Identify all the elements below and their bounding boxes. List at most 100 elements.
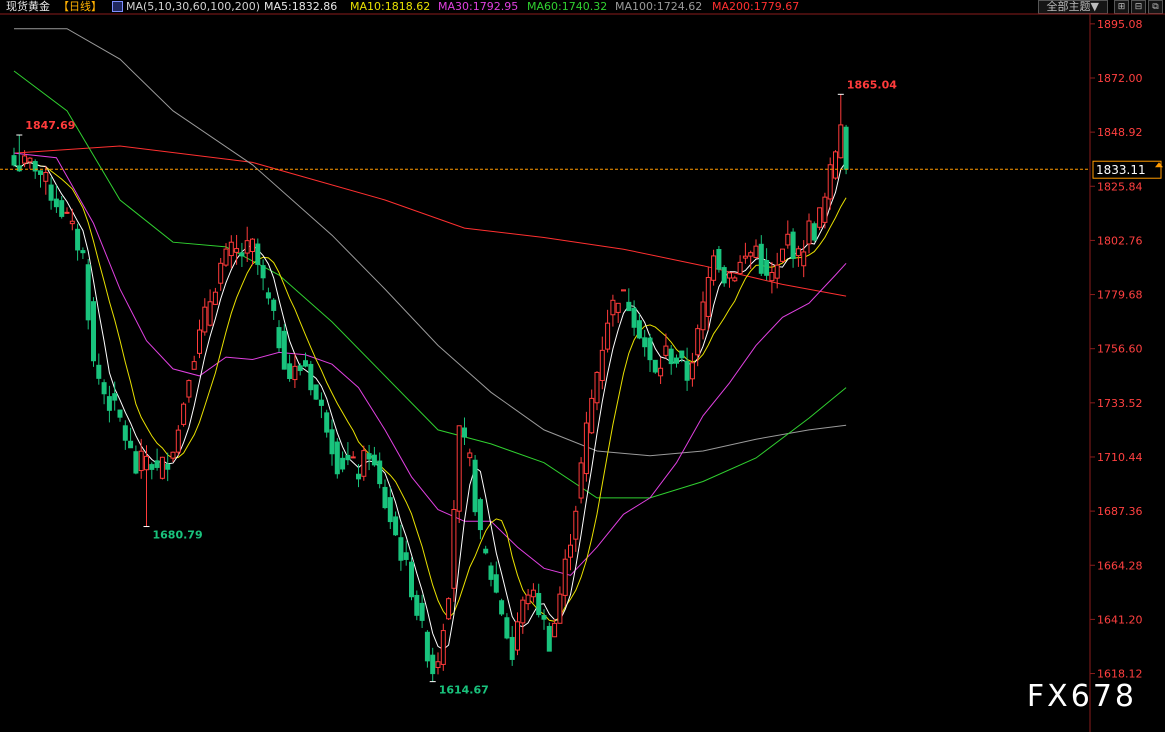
candle-body <box>780 248 785 262</box>
candle-body <box>11 155 17 166</box>
candle-body <box>197 329 202 354</box>
candle-body <box>631 307 637 328</box>
candle-body <box>562 558 568 596</box>
candle-body <box>223 248 229 266</box>
candle-body <box>509 636 515 660</box>
candle-body <box>414 594 420 616</box>
candle-body <box>218 262 224 284</box>
candle-body <box>91 301 96 362</box>
candle-body <box>578 462 584 499</box>
candle-body <box>795 248 801 257</box>
candle-body <box>742 255 748 259</box>
candle-body <box>833 151 838 179</box>
candle-body <box>520 599 526 624</box>
candle-body <box>843 126 849 170</box>
candle-body <box>133 451 139 474</box>
candle-body <box>138 450 144 472</box>
candle-body <box>822 196 828 223</box>
candle-body <box>711 255 717 281</box>
candle-body <box>472 459 478 513</box>
candle-body <box>234 248 240 253</box>
y-tick-label: 1687.36 <box>1097 505 1143 518</box>
candle-body <box>181 403 187 425</box>
candle-body <box>446 598 452 620</box>
candle-body <box>530 589 536 598</box>
candle-body <box>716 249 722 270</box>
candle-body <box>764 259 770 276</box>
candle-body <box>202 306 208 333</box>
candle-body <box>546 625 552 652</box>
candle-body <box>80 250 86 254</box>
candle-body <box>106 396 112 411</box>
candle-body <box>790 231 796 259</box>
ma60-line <box>13 70 847 499</box>
candlestick-chart[interactable]: 1895.08 1872.00 1848.92 1825.84 1802.76 1779.… <box>0 0 1165 732</box>
annotation-label: 1847.69 <box>25 119 75 132</box>
candle-body <box>403 552 409 560</box>
candle-body <box>668 348 674 365</box>
candle-body <box>552 622 558 638</box>
candle-body <box>191 361 197 370</box>
candle-body <box>345 454 351 461</box>
candle-body <box>27 157 33 163</box>
candle-body <box>557 593 563 624</box>
candle-body <box>48 184 54 201</box>
candle-body <box>122 425 128 441</box>
candle-body <box>244 240 250 254</box>
candle-body <box>440 630 446 665</box>
candle-body <box>313 384 319 400</box>
candle-body <box>732 277 738 282</box>
candle-body <box>483 548 489 554</box>
candle-body <box>356 473 361 480</box>
candle-body <box>387 497 393 523</box>
ma100-line <box>14 28 847 457</box>
candle-body <box>340 457 346 470</box>
candle-body <box>159 456 165 479</box>
y-tick-label: 1802.76 <box>1097 234 1143 247</box>
candle-body <box>22 155 28 164</box>
candle-body <box>838 124 844 159</box>
annotation-label: 1614.67 <box>439 684 489 697</box>
candle-body <box>276 327 282 349</box>
candle-body <box>154 460 160 468</box>
candle-body <box>393 516 399 536</box>
candle-body <box>785 233 791 246</box>
candle-body <box>398 537 404 561</box>
candle-body <box>59 200 65 217</box>
annotation-label: 1680.79 <box>153 529 203 542</box>
candle-body <box>573 510 579 540</box>
candle-body <box>451 508 457 589</box>
candle-body <box>599 349 605 382</box>
candle-body <box>700 301 706 331</box>
candle-body <box>308 363 314 391</box>
y-tick-label: 1733.52 <box>1097 397 1143 410</box>
candle-body <box>271 299 277 311</box>
candle-body <box>774 264 780 279</box>
candle-body <box>371 454 377 466</box>
candle-body <box>642 337 648 348</box>
candle-body <box>758 243 764 274</box>
candle-body <box>689 362 695 380</box>
candle-body <box>477 499 483 531</box>
candle-body <box>467 452 473 459</box>
candle-body <box>430 654 436 675</box>
candle-body <box>536 592 542 616</box>
candle-body <box>827 164 833 200</box>
candle-body <box>605 322 611 350</box>
candle-body <box>38 170 43 175</box>
candle-body <box>281 330 287 370</box>
y-tick-label: 1872.00 <box>1097 72 1143 85</box>
y-tick-label: 1779.68 <box>1097 289 1143 302</box>
candle-body <box>568 544 573 558</box>
candle-body <box>361 450 367 477</box>
candle-body <box>610 299 616 316</box>
ma200-line <box>13 145 847 297</box>
candle-body <box>250 238 255 253</box>
candle-body <box>303 360 308 367</box>
candle-body <box>424 631 430 662</box>
annotation-label: 1865.04 <box>847 78 897 91</box>
candle-body <box>684 361 690 381</box>
candle-body <box>165 463 171 470</box>
y-tick-label: 1848.92 <box>1097 126 1143 139</box>
candle-body <box>594 371 600 404</box>
